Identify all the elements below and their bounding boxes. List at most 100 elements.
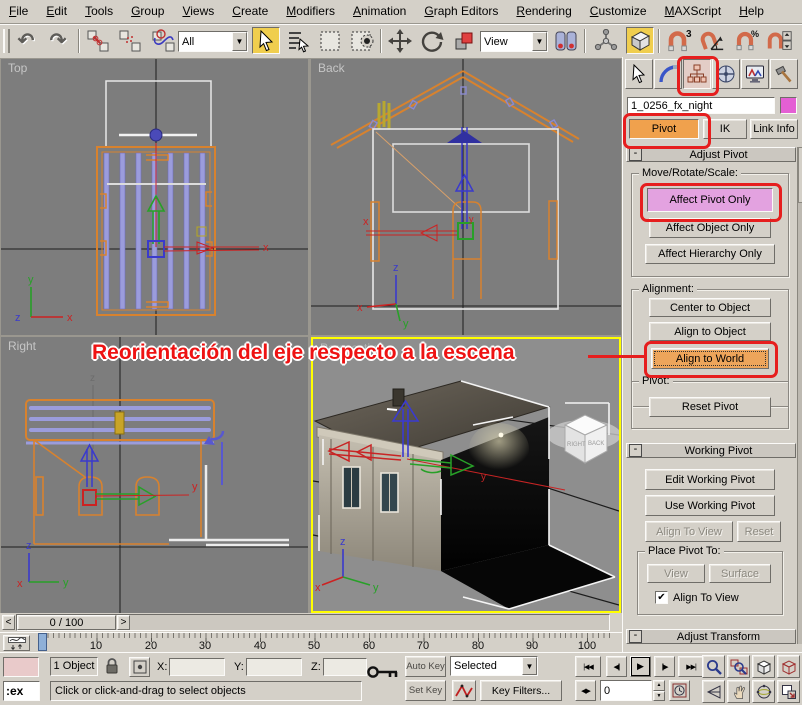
keyboard-shortcut-override-toggle[interactable] <box>626 27 654 54</box>
zoom-button[interactable] <box>702 655 725 678</box>
collapse-icon[interactable]: - <box>629 444 642 457</box>
pan-view-button[interactable] <box>727 680 750 703</box>
working-pivot-rollout-header[interactable]: - Working Pivot <box>626 443 796 458</box>
rectangular-selection-region-button[interactable] <box>316 27 344 54</box>
reset-working-pivot-button[interactable]: Reset <box>737 521 781 542</box>
object-name-field[interactable] <box>627 97 775 114</box>
pivot-tab-button[interactable]: Pivot <box>629 119 699 139</box>
chevron-down-icon[interactable]: ▼ <box>522 657 537 675</box>
select-and-move-button[interactable] <box>386 27 414 54</box>
key-filters-button[interactable]: Key Filters... <box>480 680 562 701</box>
align-to-view-button[interactable]: Align To View <box>645 521 733 542</box>
time-configuration-button[interactable] <box>669 680 690 701</box>
select-and-rotate-button[interactable] <box>418 27 446 54</box>
reference-coordinate-dropdown[interactable]: View ▼ <box>480 31 548 52</box>
viewport-right[interactable]: Right z <box>1 337 308 613</box>
maxscript-mini-listener[interactable]: :ex <box>3 681 40 701</box>
menu-rendering[interactable]: Rendering <box>507 1 580 22</box>
place-pivot-surface-button[interactable]: Surface <box>709 564 771 583</box>
reset-pivot-button[interactable]: Reset Pivot <box>649 397 771 417</box>
tab-utilities[interactable] <box>770 59 798 89</box>
tab-display[interactable] <box>741 59 769 89</box>
next-frame-button[interactable]: ||▶ <box>654 656 675 677</box>
menu-modifiers[interactable]: Modifiers <box>277 1 344 22</box>
object-color-swatch[interactable] <box>780 97 797 114</box>
affect-pivot-only-button[interactable]: Affect Pivot Only <box>647 188 773 212</box>
edit-working-pivot-button[interactable]: Edit Working Pivot <box>645 469 775 490</box>
chevron-down-icon[interactable]: ▼ <box>232 32 247 51</box>
toolbar-grip[interactable] <box>3 29 10 53</box>
previous-frame-button[interactable]: ◀|| <box>606 656 627 677</box>
window-crossing-toggle[interactable] <box>349 27 377 54</box>
viewport-top[interactable]: Top <box>1 59 308 335</box>
set-key-button[interactable]: Set Key <box>405 680 446 701</box>
menu-create[interactable]: Create <box>223 1 277 22</box>
viewport-top-label[interactable]: Top <box>8 61 27 75</box>
menu-views[interactable]: Views <box>173 1 223 22</box>
redo-button[interactable]: ↷ <box>44 27 72 54</box>
chevron-down-icon[interactable]: ▼ <box>532 32 547 51</box>
current-frame-field[interactable] <box>600 680 652 701</box>
current-frame-marker[interactable] <box>38 633 47 651</box>
align-to-object-button[interactable]: Align to Object <box>649 322 771 341</box>
zoom-extents-button[interactable] <box>752 655 775 678</box>
zoom-extents-all-button[interactable] <box>777 655 800 678</box>
go-to-start-button[interactable]: |◀◀ <box>575 656 601 677</box>
tab-modify[interactable] <box>654 59 682 89</box>
x-coord-field[interactable] <box>169 658 225 676</box>
percent-snap-toggle-button[interactable]: % <box>734 27 762 54</box>
select-and-scale-button[interactable] <box>450 27 478 54</box>
adjust-transform-rollout-header[interactable]: - Adjust Transform <box>626 629 796 644</box>
open-mini-curve-editor-button[interactable] <box>3 635 30 651</box>
spinner-snap-toggle-button[interactable] <box>766 27 794 54</box>
use-pivot-point-center-button[interactable] <box>552 27 580 54</box>
field-of-view-button[interactable] <box>702 680 725 703</box>
ik-tab-button[interactable]: IK <box>703 119 747 139</box>
collapse-icon[interactable]: - <box>629 630 642 643</box>
panel-scrollbar-thumb[interactable] <box>798 147 802 203</box>
link-info-tab-button[interactable]: Link Info <box>750 119 798 139</box>
track-bar-ruler[interactable]: 0 10 20 30 40 50 60 70 80 90 100 <box>36 633 614 653</box>
unlink-selection-button[interactable] <box>116 27 144 54</box>
menu-file[interactable]: File <box>0 1 37 22</box>
time-slider-handle[interactable]: 0 / 100 <box>17 615 116 630</box>
viewport-back[interactable]: Back <box>311 59 621 335</box>
select-by-name-button[interactable] <box>284 27 312 54</box>
frame-spinner[interactable]: ▲ ▼ <box>653 680 665 701</box>
undo-button[interactable]: ↶ <box>12 27 40 54</box>
place-pivot-view-button[interactable]: View <box>647 564 705 583</box>
select-and-manipulate-button[interactable] <box>592 27 620 54</box>
angle-snap-toggle-button[interactable] <box>698 27 726 54</box>
absolute-offset-mode-toggle[interactable] <box>129 657 150 677</box>
collapse-icon[interactable]: - <box>629 148 642 161</box>
time-slider-prev-frame[interactable]: < <box>2 615 15 630</box>
align-to-view-checkbox[interactable]: ✔ Align To View <box>655 590 775 605</box>
menu-maxscript[interactable]: MAXScript <box>656 1 731 22</box>
tab-motion[interactable] <box>712 59 740 89</box>
time-slider-next-frame[interactable]: > <box>117 615 130 630</box>
spinner-down-icon[interactable]: ▼ <box>653 691 665 702</box>
default-in-out-tangents-button[interactable] <box>452 680 476 701</box>
menu-edit[interactable]: Edit <box>37 1 76 22</box>
menu-graph-editors[interactable]: Graph Editors <box>415 1 507 22</box>
key-mode-toggle-button[interactable]: ◀▶ <box>575 680 596 701</box>
arc-rotate-button[interactable] <box>752 680 775 703</box>
center-to-object-button[interactable]: Center to Object <box>649 298 771 317</box>
affect-object-only-button[interactable]: Affect Object Only <box>649 218 771 238</box>
z-coord-field[interactable] <box>323 658 367 676</box>
selection-lock-toggle[interactable] <box>104 657 122 676</box>
menu-group[interactable]: Group <box>122 1 173 22</box>
zoom-all-button[interactable] <box>727 655 750 678</box>
min-max-toggle-button[interactable] <box>777 680 800 703</box>
y-coord-field[interactable] <box>246 658 302 676</box>
tab-hierarchy[interactable] <box>683 59 711 89</box>
go-to-end-button[interactable]: ▶▶| <box>678 656 704 677</box>
spinner-up-icon[interactable]: ▲ <box>653 680 665 691</box>
play-animation-button[interactable]: ▶ <box>630 656 651 677</box>
snaps-toggle-button[interactable]: 3 <box>664 27 692 54</box>
align-to-world-button[interactable]: Align to World <box>651 348 769 369</box>
menu-customize[interactable]: Customize <box>581 1 656 22</box>
viewport-back-label[interactable]: Back <box>318 61 345 75</box>
affect-hierarchy-only-button[interactable]: Affect Hierarchy Only <box>645 244 775 264</box>
tab-create[interactable] <box>625 59 653 89</box>
